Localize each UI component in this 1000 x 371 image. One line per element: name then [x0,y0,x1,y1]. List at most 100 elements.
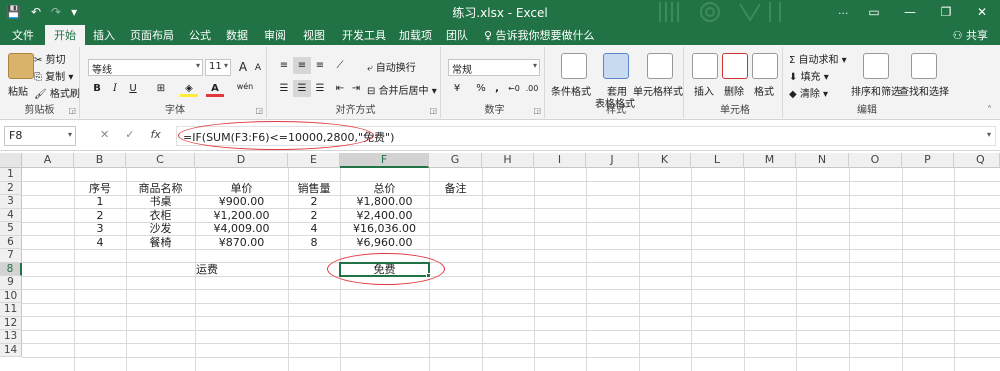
tab-page-layout[interactable]: 页面布局 [130,27,174,43]
decrease-decimal-button[interactable]: .00 [523,80,541,97]
column-header-q[interactable]: Q [954,153,1000,168]
cell-styles-icon[interactable] [647,53,673,79]
expand-formula-icon[interactable]: ▾ [987,130,991,139]
find-select-icon[interactable] [911,53,937,79]
cell-styles-button[interactable]: 单元格样式 [633,83,683,98]
orientation-icon[interactable]: ⟋ [331,57,349,74]
header-price[interactable]: 单价 [195,182,288,196]
cell-seq[interactable]: 1 [74,195,126,209]
tab-formulas[interactable]: 公式 [189,27,211,43]
delete-cells-icon[interactable] [722,53,748,79]
wrap-text-button[interactable]: ⤶ 自动换行 [367,59,416,74]
insert-function-icon[interactable]: fx [150,128,160,141]
cell-name[interactable]: 餐椅 [126,236,195,250]
minimize-button[interactable]: — [892,0,928,24]
row-header-12[interactable]: 12 [0,316,22,330]
italic-button[interactable]: I [106,80,124,97]
font-name-select[interactable]: 等线 ▾ [88,59,203,76]
column-header-n[interactable]: N [796,153,849,168]
row-header-10[interactable]: 10 [0,289,22,303]
select-all-corner[interactable] [0,153,22,168]
cell-qty[interactable]: 4 [288,222,340,236]
sort-filter-button[interactable]: 排序和筛选 [851,83,901,98]
paste-button[interactable]: 粘贴 [8,83,28,98]
tab-review[interactable]: 审阅 [264,27,286,43]
tab-view[interactable]: 视图 [303,27,325,43]
font-size-select[interactable]: 11 ▾ [205,59,231,76]
tab-addins[interactable]: 加载项 [399,27,432,43]
header-seq[interactable]: 序号 [74,182,126,196]
tell-me-search[interactable]: ♀ 告诉我你想要做什么 [484,27,595,43]
insert-cells-button[interactable]: 插入 [694,83,714,98]
row-header-8[interactable]: 8 [0,262,22,276]
format-cells-button[interactable]: 格式 [754,83,774,98]
cell-qty[interactable]: 2 [288,195,340,209]
column-header-i[interactable]: I [534,153,586,168]
comma-style-button[interactable]: , [488,80,506,97]
cell-price[interactable]: ¥900.00 [195,195,288,209]
currency-button[interactable]: ¥ [448,80,466,97]
row-header-1[interactable]: 1 [0,168,22,182]
column-header-o[interactable]: O [849,153,902,168]
increase-indent-icon[interactable]: ⇥ [347,80,365,97]
cell-seq[interactable]: 2 [74,209,126,223]
row-header-4[interactable]: 4 [0,208,22,222]
cell-price[interactable]: ¥870.00 [195,236,288,250]
cell-name[interactable]: 书桌 [126,195,195,209]
cell-price[interactable]: ¥1,200.00 [195,209,288,223]
cell-total[interactable]: ¥2,400.00 [340,209,429,223]
column-header-k[interactable]: K [639,153,691,168]
column-header-e[interactable]: E [288,153,340,168]
close-button[interactable]: ✕ [964,0,1000,24]
row-header-5[interactable]: 5 [0,222,22,236]
clear-button[interactable]: ◆ 清除 ▾ [789,85,828,100]
sort-filter-icon[interactable] [863,53,889,79]
align-left-icon[interactable]: ☰ [275,80,293,97]
tab-data[interactable]: 数据 [226,27,248,43]
column-header-a[interactable]: A [22,153,74,168]
format-cells-icon[interactable] [752,53,778,79]
insert-cells-icon[interactable] [692,53,718,79]
align-center-icon[interactable]: ☰ [293,80,311,97]
cell-name[interactable]: 衣柜 [126,209,195,223]
fill-button[interactable]: ⬇ 填充 ▾ [789,68,829,83]
shrink-font-button[interactable]: A [249,60,267,77]
cell-shipping-label[interactable]: 运费 [195,263,219,277]
increase-decimal-button[interactable]: ←0 [505,80,523,97]
user-name[interactable]: ... [838,4,849,17]
column-header-d[interactable]: D [195,153,288,168]
tab-team[interactable]: 团队 [446,27,468,43]
column-header-l[interactable]: L [691,153,744,168]
bold-button[interactable]: B [88,80,106,97]
column-header-c[interactable]: C [126,153,195,168]
fill-color-icon[interactable]: ◈ [180,80,198,97]
row-header-3[interactable]: 3 [0,195,22,209]
align-middle-icon[interactable]: ≡ [293,57,311,74]
column-header-m[interactable]: M [744,153,796,168]
cut-button[interactable]: ✂ 剪切 [34,51,66,66]
row-header-2[interactable]: 2 [0,181,22,195]
tab-file[interactable]: 文件 [12,27,34,43]
find-select-button[interactable]: 查找和选择 [899,83,949,98]
column-header-g[interactable]: G [429,153,482,168]
conditional-format-icon[interactable] [561,53,587,79]
font-color-icon[interactable]: A [206,80,224,97]
cell-total[interactable]: ¥16,036.00 [340,222,429,236]
ribbon-display-options-icon[interactable]: ▭ [856,0,892,24]
borders-icon[interactable]: ⊞ [152,80,170,97]
tab-developer[interactable]: 开发工具 [342,27,386,43]
collapse-ribbon-icon[interactable]: ˄ [987,105,992,116]
tab-home[interactable]: 开始 [45,25,85,45]
column-header-b[interactable]: B [74,153,126,168]
cell-name[interactable]: 沙发 [126,222,195,236]
row-header-11[interactable]: 11 [0,303,22,317]
cell-seq[interactable]: 3 [74,222,126,236]
cell-qty[interactable]: 8 [288,236,340,250]
enter-formula-icon[interactable]: ✓ [125,128,134,141]
worksheet-grid[interactable]: A B C D E F G H I J K L M N O P Q 1 2 3 … [0,153,1000,371]
tab-insert[interactable]: 插入 [93,27,115,43]
alignment-launcher-icon[interactable]: ◲ [429,106,437,115]
align-top-icon[interactable]: ≡ [275,57,293,74]
format-as-table-icon[interactable] [603,53,629,79]
share-button[interactable]: ⚇ 共享 [953,27,988,43]
